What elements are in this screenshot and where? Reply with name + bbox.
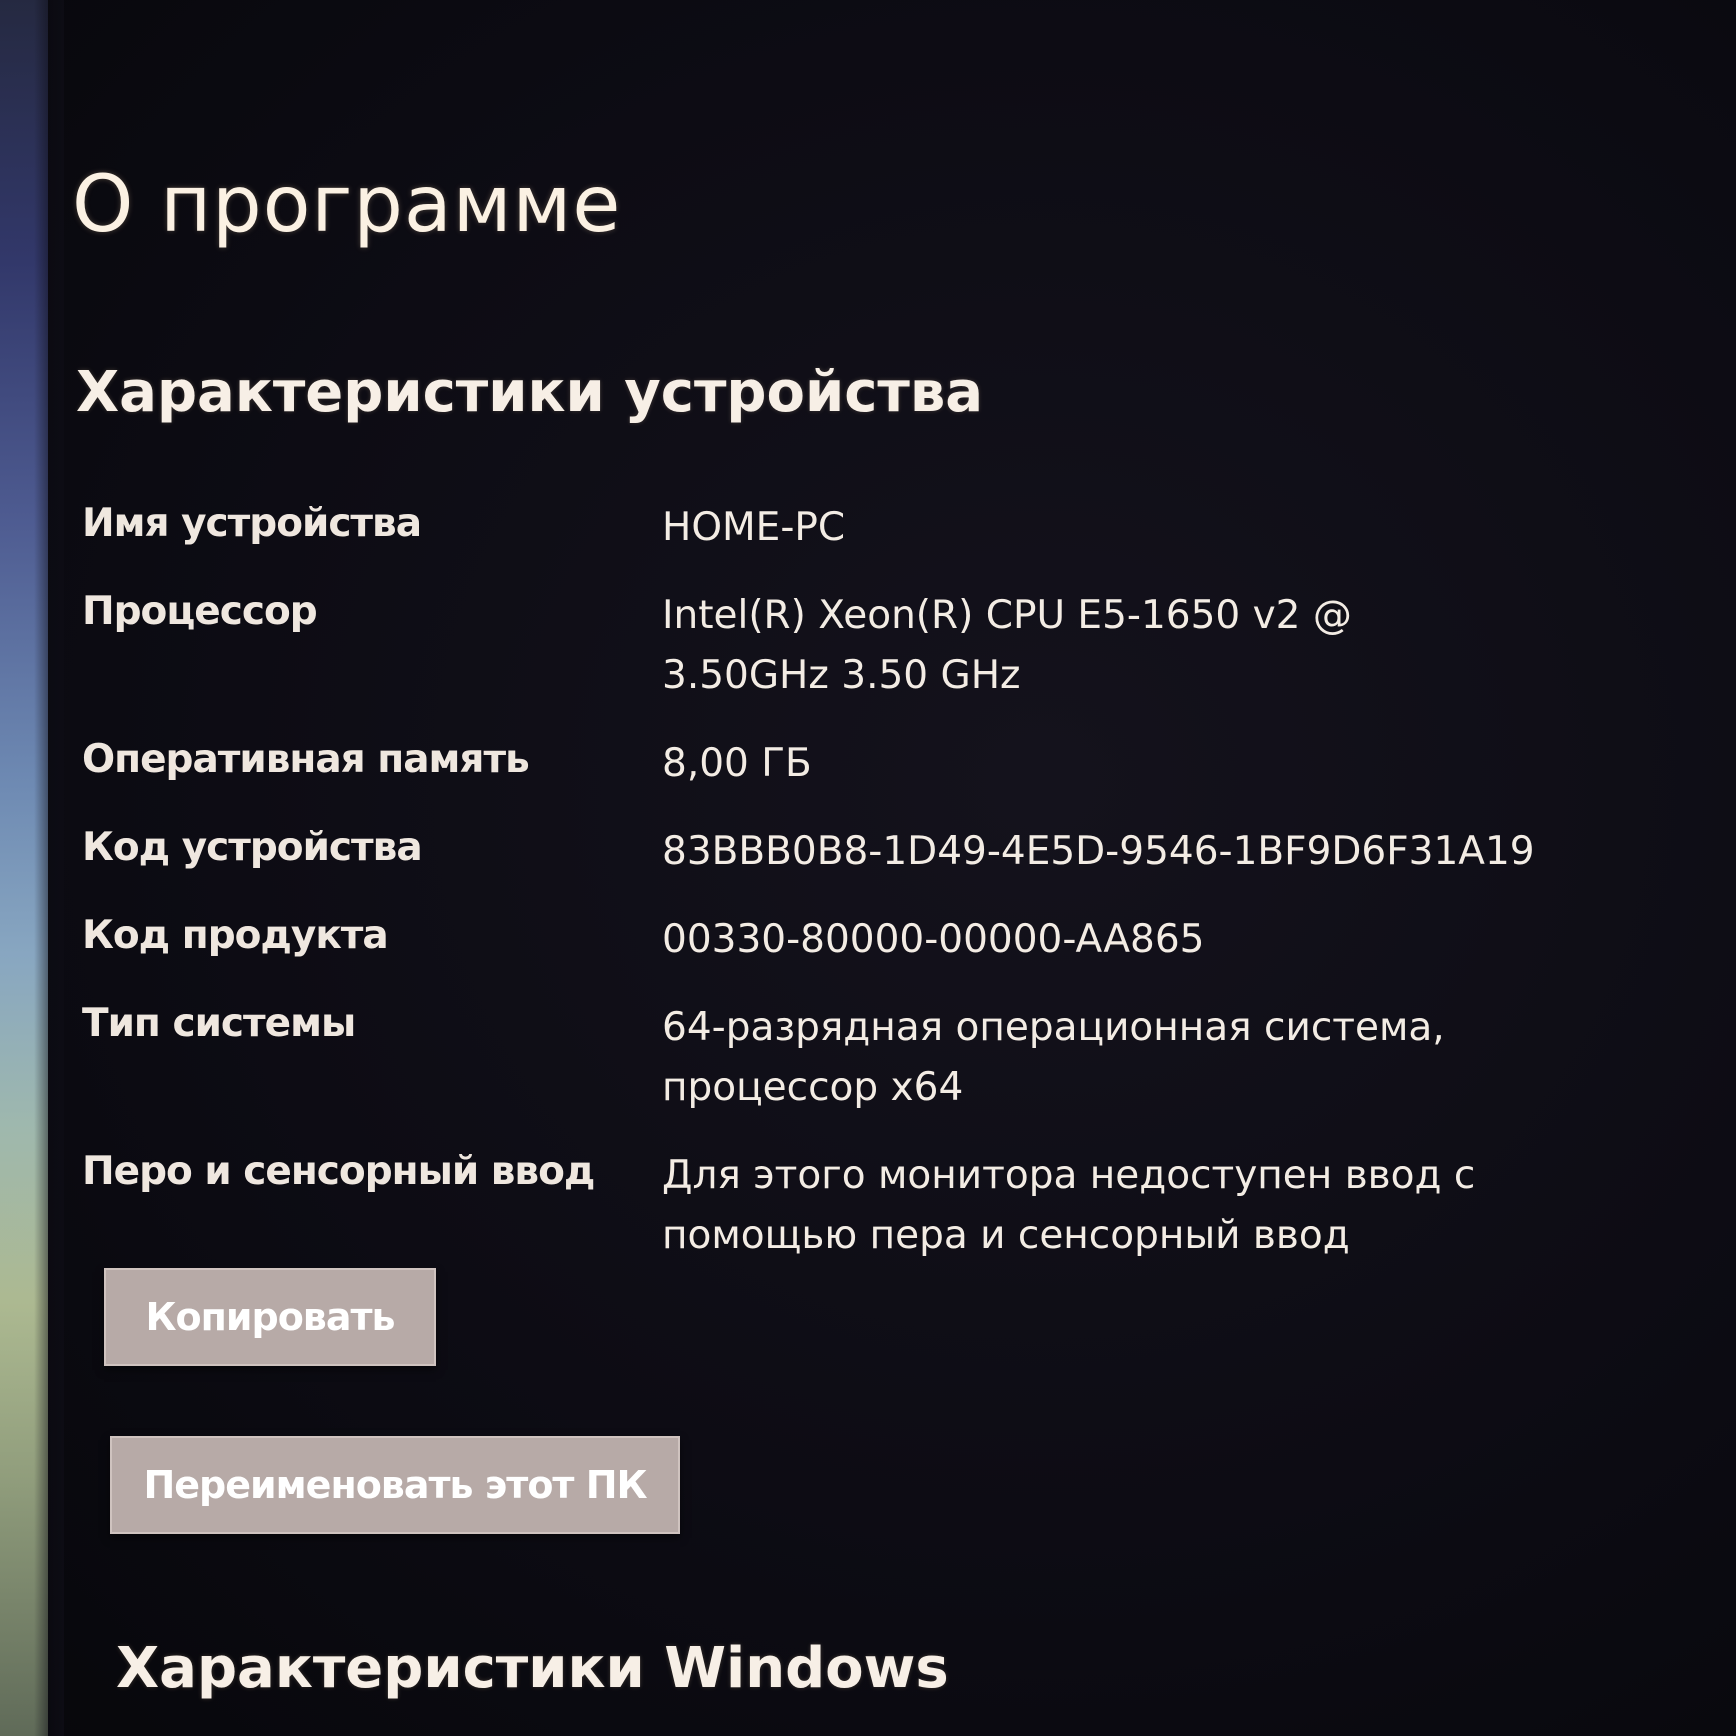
rename-pc-button[interactable]: Переименовать этот ПК [110, 1436, 680, 1534]
spec-value: Для этого монитора недоступен ввод с пом… [662, 1153, 1476, 1258]
spec-value: HOME-PC [662, 505, 846, 550]
spec-row-pen-touch: Перо и сенсорный ввод Для этого монитора… [82, 1146, 1642, 1266]
page-title: О программе [72, 160, 622, 250]
spec-value: 8,00 ГБ [662, 741, 812, 786]
device-specs-list: Имя устройства HOME-PC Процессор Intel(R… [82, 498, 1642, 1294]
device-specs-heading: Характеристики устройства [76, 360, 984, 425]
spec-value: 64-разрядная операционная система, проце… [662, 1005, 1445, 1110]
windows-specs-heading: Характеристики Windows [116, 1636, 949, 1701]
spec-value: 83BBB0B8-1D49-4E5D-9546-1BF9D6F31A19 [662, 829, 1535, 874]
spec-value: 00330-80000-00000-AA865 [662, 917, 1205, 962]
spec-label: Перо и сенсорный ввод [82, 1149, 595, 1194]
spec-label: Имя устройства [82, 501, 422, 546]
spec-label: Код устройства [82, 825, 423, 870]
settings-about-page: О программе Характеристики устройства Им… [0, 0, 1736, 1736]
spec-row-processor: Процессор Intel(R) Xeon(R) CPU E5-1650 v… [82, 586, 1642, 706]
spec-row-device-name: Имя устройства HOME-PC [82, 498, 1642, 558]
spec-label: Код продукта [82, 913, 389, 958]
copy-button[interactable]: Копировать [104, 1268, 436, 1366]
spec-label: Тип системы [82, 1001, 356, 1046]
spec-label: Процессор [82, 589, 318, 634]
spec-row-product-id: Код продукта 00330-80000-00000-AA865 [82, 910, 1642, 970]
spec-value: Intel(R) Xeon(R) CPU E5-1650 v2 @ 3.50GH… [662, 593, 1352, 698]
spec-row-ram: Оперативная память 8,00 ГБ [82, 734, 1642, 794]
spec-row-system-type: Тип системы 64-разрядная операционная си… [82, 998, 1642, 1118]
spec-row-device-id: Код устройства 83BBB0B8-1D49-4E5D-9546-1… [82, 822, 1642, 882]
spec-label: Оперативная память [82, 737, 530, 782]
